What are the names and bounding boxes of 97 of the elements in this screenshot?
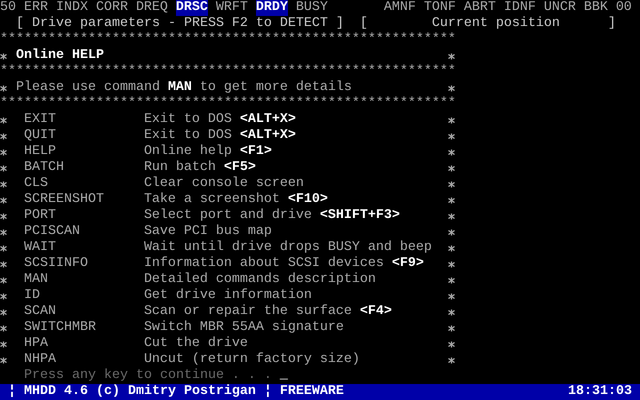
asterisk-icon bbox=[448, 180, 455, 188]
drive-parameters-heading: [ Drive parameters - PRESS F2 to DETECT ] bbox=[16, 16, 345, 32]
asterisk-icon bbox=[0, 164, 7, 172]
status-flag-label: IDNF bbox=[504, 0, 536, 16]
status-flag-label: INDX bbox=[56, 0, 88, 16]
status-flag-label: UNCR bbox=[544, 0, 576, 16]
continue-prompt: Press any key to continue . . . bbox=[24, 368, 272, 384]
command-description: Save PCI bus map bbox=[144, 224, 272, 240]
asterisk-icon bbox=[0, 212, 7, 220]
command-name: ID bbox=[24, 288, 41, 304]
command-description: Switch MBR 55AA signature bbox=[144, 320, 344, 336]
command-name: BATCH bbox=[24, 160, 65, 176]
asterisk-icon bbox=[0, 148, 7, 156]
command-name: SCSIINFO bbox=[24, 256, 89, 272]
asterisk-icon bbox=[448, 244, 455, 252]
status-flag-label: BBK bbox=[584, 0, 608, 16]
asterisk-icon bbox=[448, 84, 455, 92]
asterisk-icon bbox=[0, 228, 7, 236]
asterisk-icon bbox=[0, 84, 7, 92]
asterisk-icon bbox=[0, 324, 7, 332]
status-flag-label: TONF bbox=[424, 0, 456, 16]
asterisk-icon bbox=[448, 148, 455, 156]
command-description: Run batch <F5> bbox=[144, 160, 256, 176]
asterisk-icon bbox=[0, 292, 7, 300]
asterisk-icon bbox=[0, 180, 7, 188]
asterisk-icon bbox=[0, 52, 7, 60]
status-flag-label: DRSC bbox=[176, 0, 208, 16]
status-flag-label: BUSY bbox=[296, 0, 328, 16]
status-flag-label: ERR bbox=[24, 0, 48, 16]
asterisk-icon bbox=[448, 164, 455, 172]
asterisk-icon bbox=[0, 116, 7, 124]
asterisk-icon bbox=[448, 356, 455, 364]
command-name: HPA bbox=[24, 336, 49, 352]
asterisk-icon bbox=[448, 52, 455, 60]
asterisk-icon bbox=[0, 308, 7, 316]
command-description: Exit to DOS <ALT+X> bbox=[144, 128, 296, 144]
asterisk-icon bbox=[0, 132, 7, 140]
command-description: Get drive information bbox=[144, 288, 312, 304]
command-description: Information about SCSI devices <F9> bbox=[144, 256, 424, 272]
status-flag-label: 00 bbox=[616, 0, 632, 16]
command-description: Take a screenshot <F10> bbox=[144, 192, 328, 208]
command-description: Wait until drive drops BUSY and beep bbox=[144, 240, 432, 256]
help-note: Please use command MAN to get more details bbox=[16, 80, 352, 96]
status-flag-label: WRFT bbox=[216, 0, 248, 16]
asterisk-icon bbox=[0, 340, 7, 348]
current-position-heading: Current position bbox=[432, 16, 561, 32]
asterisk-icon bbox=[0, 244, 7, 252]
asterisk-icon bbox=[448, 116, 455, 124]
command-name: EXIT bbox=[24, 112, 57, 128]
command-description: Cut the drive bbox=[144, 336, 248, 352]
command-name: QUIT bbox=[24, 128, 57, 144]
command-name: PORT bbox=[24, 208, 57, 224]
asterisk-icon bbox=[0, 196, 7, 204]
bracket: ] bbox=[608, 16, 616, 32]
command-name: HELP bbox=[24, 144, 57, 160]
status-flag-label: CORR bbox=[96, 0, 128, 16]
asterisk-icon bbox=[448, 292, 455, 300]
asterisk-icon bbox=[448, 132, 455, 140]
asterisk-icon bbox=[448, 308, 455, 316]
asterisk-icon bbox=[448, 260, 455, 268]
asterisk-icon bbox=[448, 340, 455, 348]
command-name: SCAN bbox=[24, 304, 57, 320]
asterisk-rule: ********************************************************* bbox=[0, 96, 456, 112]
asterisk-icon bbox=[448, 212, 455, 220]
asterisk-icon bbox=[0, 260, 7, 268]
command-description: Exit to DOS <ALT+X> bbox=[144, 112, 296, 128]
command-name: SWITCHMBR bbox=[24, 320, 97, 336]
program-info: ¦ MHDD 4.6 (c) Dmitry Postrigan ¦ FREEWARE bbox=[8, 384, 344, 400]
command-name: SCREENSHOT bbox=[24, 192, 105, 208]
clock-time: 18:31:03 bbox=[568, 384, 632, 400]
command-description: Clear console screen bbox=[144, 176, 304, 192]
asterisk-icon bbox=[448, 196, 455, 204]
command-description: Online help <F1> bbox=[144, 144, 272, 160]
asterisk-rule: ********************************************************* bbox=[0, 32, 456, 48]
status-flag-label: ABRT bbox=[464, 0, 496, 16]
command-description: Uncut (return factory size) bbox=[144, 352, 360, 368]
command-name: WAIT bbox=[24, 240, 57, 256]
asterisk-icon bbox=[448, 228, 455, 236]
command-name: NHPA bbox=[24, 352, 57, 368]
command-name: MAN bbox=[24, 272, 49, 288]
help-title: Online HELP bbox=[16, 48, 104, 64]
command-description: Detailed commands description bbox=[144, 272, 376, 288]
text-cursor: _ bbox=[280, 368, 288, 384]
status-flag-label: DREQ bbox=[136, 0, 168, 16]
asterisk-icon bbox=[0, 356, 7, 364]
command-description: Scan or repair the surface <F4> bbox=[144, 304, 392, 320]
status-flag-label: DRDY bbox=[256, 0, 288, 16]
bracket: [ bbox=[360, 16, 369, 32]
asterisk-rule: ********************************************************* bbox=[0, 64, 456, 80]
asterisk-icon bbox=[0, 276, 7, 284]
command-description: Select port and drive <SHIFT+F3> bbox=[144, 208, 400, 224]
asterisk-icon bbox=[448, 276, 455, 284]
status-flag-label: AMNF bbox=[384, 0, 416, 16]
asterisk-icon bbox=[448, 324, 455, 332]
command-name: PCISCAN bbox=[24, 224, 81, 240]
status-flag-label: 50 bbox=[0, 0, 16, 16]
command-name: CLS bbox=[24, 176, 49, 192]
